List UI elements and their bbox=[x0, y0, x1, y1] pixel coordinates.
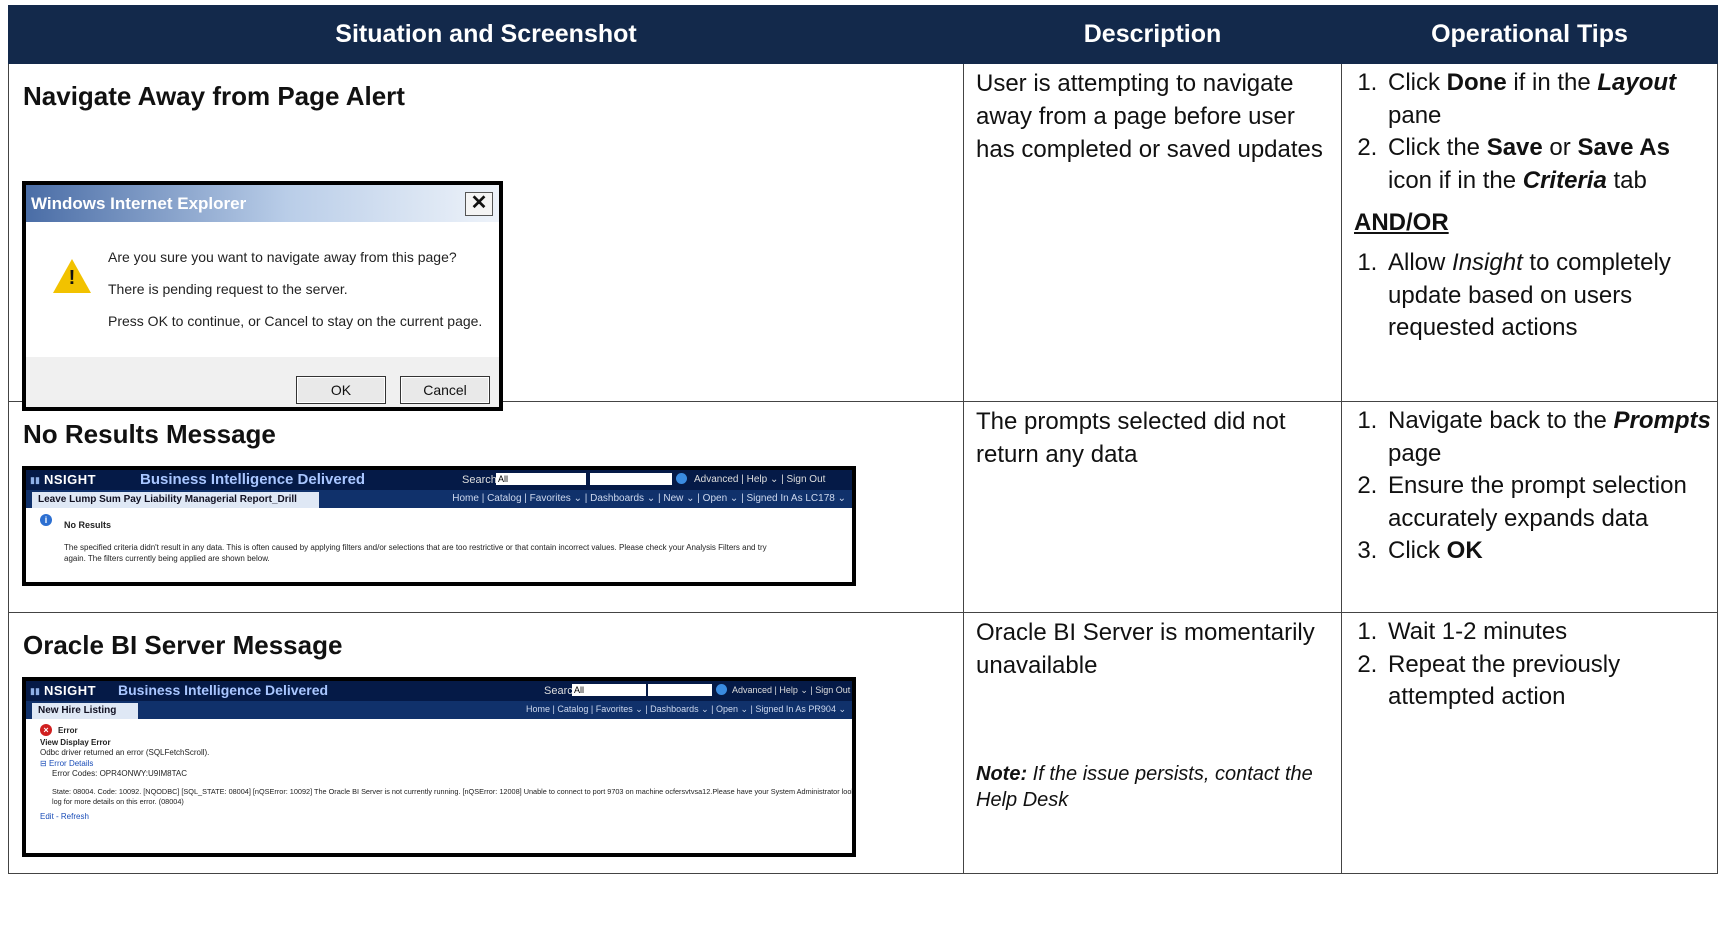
nav-links: Home | Catalog | Favorites ⌄ | Dashboard… bbox=[525, 704, 846, 714]
dialog-line: There is pending request to the server. bbox=[108, 281, 348, 297]
error-state: State: 08004. Code: 10092. [NQODBC] [SQL… bbox=[52, 787, 856, 796]
view-display-error: View Display Error bbox=[40, 738, 111, 747]
logo-bars-icon: ▮▮ bbox=[30, 686, 40, 696]
ok-button: OK bbox=[296, 376, 386, 404]
tips-list: Click Done if in the Layout pane Click t… bbox=[1354, 67, 1711, 197]
header-row: Situation and Screenshot Description Ope… bbox=[8, 5, 1718, 64]
search-scope-select: All bbox=[496, 473, 586, 485]
logo-bars-icon: ▮▮ bbox=[30, 475, 40, 485]
search-scope-select: All bbox=[572, 684, 646, 696]
tip-item: Click OK bbox=[1384, 535, 1711, 568]
table-row: Oracle BI Server Message ▮▮ NSIGHT Busin… bbox=[8, 612, 1718, 874]
description-cell: User is attempting to navigate away from… bbox=[963, 63, 1342, 402]
situation-title: Oracle BI Server Message bbox=[23, 630, 343, 660]
insight-logo: NSIGHT bbox=[44, 683, 97, 698]
top-links: Advanced | Help ⌄ | Sign Out bbox=[732, 685, 851, 695]
obi-header: ▮▮ NSIGHT Business Intelligence Delivere… bbox=[26, 681, 852, 701]
top-links: Advanced | Help ⌄ | Sign Out bbox=[694, 474, 826, 485]
search-go-icon bbox=[676, 473, 687, 484]
close-icon: ✕ bbox=[465, 192, 493, 216]
description-text: Oracle BI Server is momentarily unavaila… bbox=[964, 613, 1341, 813]
warning-mark: ! bbox=[68, 267, 76, 289]
search-go-icon bbox=[716, 684, 727, 695]
dialog-line: Are you sure you want to navigate away f… bbox=[108, 249, 457, 265]
dialog-body: ! Are you sure you want to navigate away… bbox=[26, 222, 499, 357]
obi-nav-bar: New Hire Listing Home | Catalog | Favori… bbox=[26, 701, 852, 719]
no-results-text: The specified criteria didn't result in … bbox=[64, 543, 767, 552]
situation-cell: Navigate Away from Page Alert Windows In… bbox=[8, 63, 964, 411]
obi-content: × Error View Display Error Odbc driver r… bbox=[26, 719, 852, 849]
tip-item: Ensure the prompt selection accurately e… bbox=[1384, 470, 1711, 535]
ie-dialog-screenshot: Windows Internet Explorer ✕ ! Are you su… bbox=[22, 181, 503, 411]
tips-cell: Navigate back to the Prompts page Ensure… bbox=[1341, 401, 1718, 613]
error-state: log for more details on this error. (080… bbox=[52, 797, 184, 806]
tip-item: Allow Insight to completely update based… bbox=[1384, 247, 1711, 345]
no-results-heading: No Results bbox=[64, 520, 112, 530]
nav-links: Home | Catalog | Favorites ⌄ | Dashboard… bbox=[452, 493, 846, 504]
description-cell: The prompts selected did not return any … bbox=[963, 401, 1342, 613]
table-row: No Results Message ▮▮ NSIGHT Business In… bbox=[8, 401, 1718, 613]
obi-nav-bar: Leave Lump Sum Pay Liability Managerial … bbox=[26, 490, 852, 508]
header-description: Description bbox=[963, 5, 1342, 64]
search-input bbox=[590, 473, 672, 485]
error-codes: Error Codes: OPR4ONWY:U9IM8TAC bbox=[52, 769, 187, 778]
obi-content: i No Results The specified criteria didn… bbox=[26, 508, 852, 578]
and-or-label: AND/OR bbox=[1354, 209, 1449, 236]
help-desk-note: Note: If the issue persists, contact the… bbox=[976, 763, 1313, 811]
tip-item: Navigate back to the Prompts page bbox=[1384, 405, 1711, 470]
situation-title: No Results Message bbox=[23, 419, 276, 449]
no-results-screenshot: ▮▮ NSIGHT Business Intelligence Delivere… bbox=[22, 466, 856, 586]
info-icon: i bbox=[40, 514, 52, 526]
tip-item: Wait 1-2 minutes bbox=[1384, 616, 1711, 649]
operational-tips-table: Situation and Screenshot Description Ope… bbox=[8, 5, 1718, 874]
error-icon: × bbox=[40, 724, 52, 736]
tips-list: Wait 1-2 minutes Repeat the previously a… bbox=[1354, 616, 1711, 714]
error-details-link: ⊟ Error Details bbox=[40, 759, 94, 768]
header-tips: Operational Tips bbox=[1341, 5, 1718, 64]
brand-title: Business Intelligence Delivered bbox=[140, 471, 366, 488]
error-label: Error bbox=[58, 726, 78, 735]
description-text: User is attempting to navigate away from… bbox=[976, 70, 1323, 163]
server-error-screenshot: ▮▮ NSIGHT Business Intelligence Delivere… bbox=[22, 677, 856, 857]
dialog-title: Windows Internet Explorer bbox=[31, 194, 247, 213]
tips-cell: Click Done if in the Layout pane Click t… bbox=[1341, 63, 1718, 402]
tips-list: Navigate back to the Prompts page Ensure… bbox=[1354, 405, 1711, 568]
dialog-line: Press OK to continue, or Cancel to stay … bbox=[108, 313, 483, 329]
search-label: Search bbox=[462, 474, 497, 486]
situation-cell: Oracle BI Server Message ▮▮ NSIGHT Busin… bbox=[8, 612, 964, 874]
odbc-message: Odbc driver returned an error (SQLFetchS… bbox=[40, 748, 210, 757]
tip-item: Click Done if in the Layout pane bbox=[1384, 67, 1711, 132]
situation-cell: No Results Message ▮▮ NSIGHT Business In… bbox=[8, 401, 964, 613]
insight-logo: NSIGHT bbox=[44, 472, 97, 487]
dialog-titlebar: Windows Internet Explorer ✕ bbox=[26, 185, 499, 222]
header-situation: Situation and Screenshot bbox=[8, 5, 964, 64]
tip-item: Click the Save or Save As icon if in the… bbox=[1384, 132, 1711, 197]
search-input bbox=[648, 684, 712, 696]
cancel-button: Cancel bbox=[400, 376, 490, 404]
table-row: Navigate Away from Page Alert Windows In… bbox=[8, 63, 1718, 411]
tips-cell: Wait 1-2 minutes Repeat the previously a… bbox=[1341, 612, 1718, 874]
description-text: The prompts selected did not return any … bbox=[976, 408, 1286, 468]
description-cell: Oracle BI Server is momentarily unavaila… bbox=[963, 612, 1342, 874]
report-tab: New Hire Listing bbox=[32, 703, 139, 719]
obi-header: ▮▮ NSIGHT Business Intelligence Delivere… bbox=[26, 470, 852, 490]
edit-refresh-links: Edit - Refresh bbox=[40, 812, 89, 821]
situation-title: Navigate Away from Page Alert bbox=[23, 81, 405, 111]
brand-title: Business Intelligence Delivered bbox=[118, 682, 329, 698]
tips-list: Allow Insight to completely update based… bbox=[1354, 247, 1711, 345]
tip-item: Repeat the previously attempted action bbox=[1384, 649, 1711, 714]
report-tab: Leave Lump Sum Pay Liability Managerial … bbox=[32, 492, 319, 508]
no-results-text: again. The filters currently being appli… bbox=[64, 554, 270, 563]
